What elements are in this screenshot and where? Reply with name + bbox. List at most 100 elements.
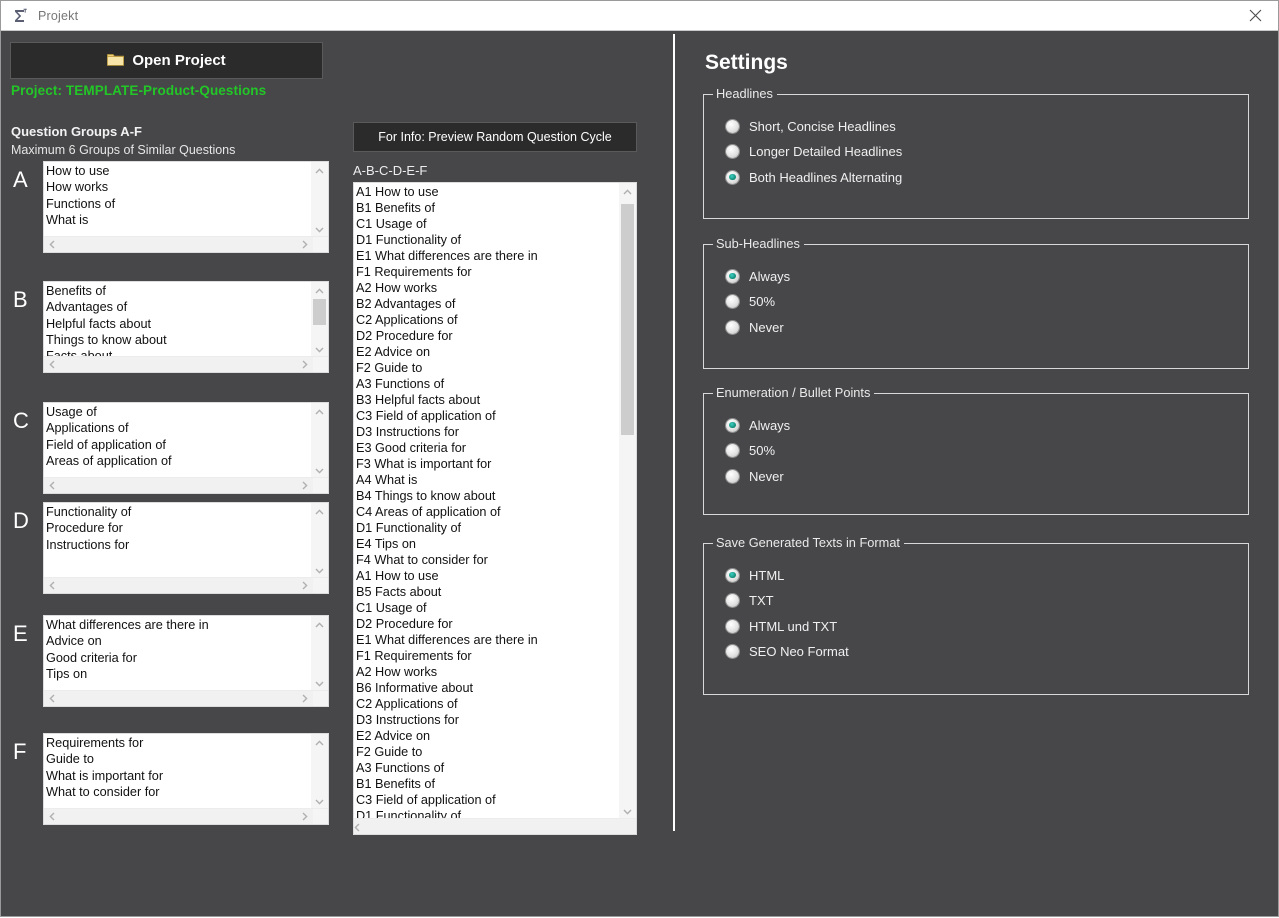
- preview-list-item[interactable]: F3 What is important for: [356, 456, 618, 472]
- preview-list-item[interactable]: C3 Field of application of: [356, 408, 618, 424]
- preview-listbox[interactable]: A1 How to use B1 Benefits of C1 Usage of D1…: [353, 182, 637, 835]
- preview-list-item[interactable]: C3 Field of application of: [356, 792, 618, 808]
- list-item[interactable]: What differences are there in: [46, 617, 312, 633]
- preview-list-item[interactable]: D1 Functionality of: [356, 520, 618, 536]
- scroll-right-icon[interactable]: [297, 809, 313, 824]
- radio-checked-icon[interactable]: [726, 170, 739, 184]
- list-item[interactable]: Procedure for: [46, 520, 312, 536]
- scroll-right-icon[interactable]: [297, 578, 313, 593]
- list-item[interactable]: How to use: [46, 163, 312, 179]
- scroll-up-icon[interactable]: [311, 162, 328, 179]
- preview-list-item[interactable]: E2 Advice on: [356, 728, 618, 744]
- preview-list-item[interactable]: A2 How works: [356, 280, 618, 296]
- radio-option-both-headlines-alternating[interactable]: Both Headlines Alternating: [726, 168, 902, 186]
- preview-list-item[interactable]: A2 How works: [356, 664, 618, 680]
- preview-list-item[interactable]: B3 Helpful facts about: [356, 392, 618, 408]
- list-item[interactable]: Helpful facts about: [46, 316, 312, 332]
- horizontal-scrollbar[interactable]: [44, 477, 328, 493]
- scroll-left-icon[interactable]: [44, 578, 60, 593]
- list-item[interactable]: Applications of: [46, 420, 312, 436]
- list-item[interactable]: Guide to: [46, 751, 312, 767]
- preview-list-item[interactable]: F2 Guide to: [356, 744, 618, 760]
- scroll-left-icon[interactable]: [354, 819, 636, 834]
- horizontal-scrollbar[interactable]: [44, 236, 328, 252]
- preview-list-item[interactable]: E1 What differences are there in: [356, 248, 618, 264]
- preview-list-item[interactable]: B1 Benefits of: [356, 776, 618, 792]
- radio-unchecked-icon[interactable]: [726, 320, 739, 334]
- list-item[interactable]: Field of application of: [46, 437, 312, 453]
- radio-checked-icon[interactable]: [726, 418, 739, 432]
- preview-list-item[interactable]: A4 What is: [356, 472, 618, 488]
- radio-unchecked-icon[interactable]: [726, 444, 739, 457]
- radio-option-always[interactable]: Always: [726, 416, 790, 434]
- group-listbox-c[interactable]: Usage of Applications of Field of applicat…: [43, 402, 329, 494]
- preview-random-question-cycle-button[interactable]: For Info: Preview Random Question Cycle: [353, 122, 637, 152]
- scroll-left-icon[interactable]: [44, 691, 60, 706]
- vertical-scrollbar[interactable]: [311, 282, 328, 358]
- list-item[interactable]: Advantages of: [46, 299, 312, 315]
- radio-checked-icon[interactable]: [726, 568, 739, 582]
- scroll-left-icon[interactable]: [44, 809, 60, 824]
- radio-option-longer-detailed-headlines[interactable]: Longer Detailed Headlines: [726, 143, 902, 161]
- preview-list-item[interactable]: A1 How to use: [356, 568, 618, 584]
- radio-option-short-concise-headlines[interactable]: Short, Concise Headlines: [726, 117, 896, 135]
- vertical-scrollbar[interactable]: [311, 616, 328, 692]
- group-listbox-b[interactable]: Benefits of Advantages of Helpful facts ab…: [43, 281, 329, 373]
- radio-unchecked-icon[interactable]: [726, 469, 739, 483]
- group-listbox-d[interactable]: Functionality of Procedure for Instruction…: [43, 502, 329, 594]
- radio-option-50[interactable]: 50%: [726, 442, 775, 460]
- preview-list-item[interactable]: D2 Procedure for: [356, 616, 618, 632]
- radio-unchecked-icon[interactable]: [726, 645, 739, 658]
- list-item[interactable]: Advice on: [46, 633, 312, 649]
- radio-option-never[interactable]: Never: [726, 467, 784, 485]
- preview-list-item[interactable]: C1 Usage of: [356, 600, 618, 616]
- scroll-right-icon[interactable]: [297, 357, 313, 372]
- list-item[interactable]: Areas of application of: [46, 453, 312, 469]
- scroll-up-icon[interactable]: [311, 282, 328, 299]
- scroll-up-icon[interactable]: [311, 616, 328, 633]
- preview-list-item[interactable]: D3 Instructions for: [356, 712, 618, 728]
- group-listbox-a[interactable]: How to use How works Functions of What is: [43, 161, 329, 253]
- list-item[interactable]: What to consider for: [46, 784, 312, 800]
- radio-checked-icon[interactable]: [726, 269, 739, 283]
- scroll-up-icon[interactable]: [311, 734, 328, 751]
- list-item[interactable]: Good criteria for: [46, 650, 312, 666]
- radio-option-always[interactable]: Always: [726, 267, 790, 285]
- vertical-scrollbar[interactable]: [311, 162, 328, 238]
- preview-list-item[interactable]: A1 How to use: [356, 184, 618, 200]
- radio-unchecked-icon[interactable]: [726, 145, 739, 158]
- preview-vertical-scrollbar[interactable]: [619, 183, 636, 820]
- preview-list-item[interactable]: E1 What differences are there in: [356, 632, 618, 648]
- preview-list-item[interactable]: D3 Instructions for: [356, 424, 618, 440]
- preview-horizontal-scrollbar[interactable]: [354, 818, 636, 834]
- horizontal-scrollbar[interactable]: [44, 356, 328, 372]
- radio-unchecked-icon[interactable]: [726, 119, 739, 133]
- preview-list-item[interactable]: E3 Good criteria for: [356, 440, 618, 456]
- horizontal-scrollbar[interactable]: [44, 808, 328, 824]
- horizontal-scrollbar[interactable]: [44, 577, 328, 593]
- preview-list-item[interactable]: B5 Facts about: [356, 584, 618, 600]
- preview-list-item[interactable]: C2 Applications of: [356, 696, 618, 712]
- radio-option-html[interactable]: HTML: [726, 566, 784, 584]
- radio-option-seo-neo-format[interactable]: SEO Neo Format: [726, 643, 849, 661]
- preview-list-item[interactable]: D2 Procedure for: [356, 328, 618, 344]
- radio-unchecked-icon[interactable]: [726, 594, 739, 607]
- list-item[interactable]: How works: [46, 179, 312, 195]
- group-listbox-e[interactable]: What differences are there in Advice on Go…: [43, 615, 329, 707]
- scrollbar-thumb[interactable]: [313, 299, 326, 325]
- preview-list-item[interactable]: F4 What to consider for: [356, 552, 618, 568]
- scroll-up-icon[interactable]: [311, 503, 328, 520]
- group-listbox-f[interactable]: Requirements for Guide to What is importan…: [43, 733, 329, 825]
- horizontal-scrollbar[interactable]: [44, 690, 328, 706]
- scroll-left-icon[interactable]: [44, 357, 60, 372]
- preview-list-item[interactable]: B4 Things to know about: [356, 488, 618, 504]
- preview-list-item[interactable]: B2 Advantages of: [356, 296, 618, 312]
- list-item[interactable]: Functions of: [46, 196, 312, 212]
- preview-list-item[interactable]: F1 Requirements for: [356, 264, 618, 280]
- radio-option-never[interactable]: Never: [726, 318, 784, 336]
- preview-scrollbar-thumb[interactable]: [621, 204, 634, 435]
- list-item[interactable]: Benefits of: [46, 283, 312, 299]
- preview-list-item[interactable]: D1 Functionality of: [356, 232, 618, 248]
- vertical-scrollbar[interactable]: [311, 734, 328, 810]
- preview-list-item[interactable]: B1 Benefits of: [356, 200, 618, 216]
